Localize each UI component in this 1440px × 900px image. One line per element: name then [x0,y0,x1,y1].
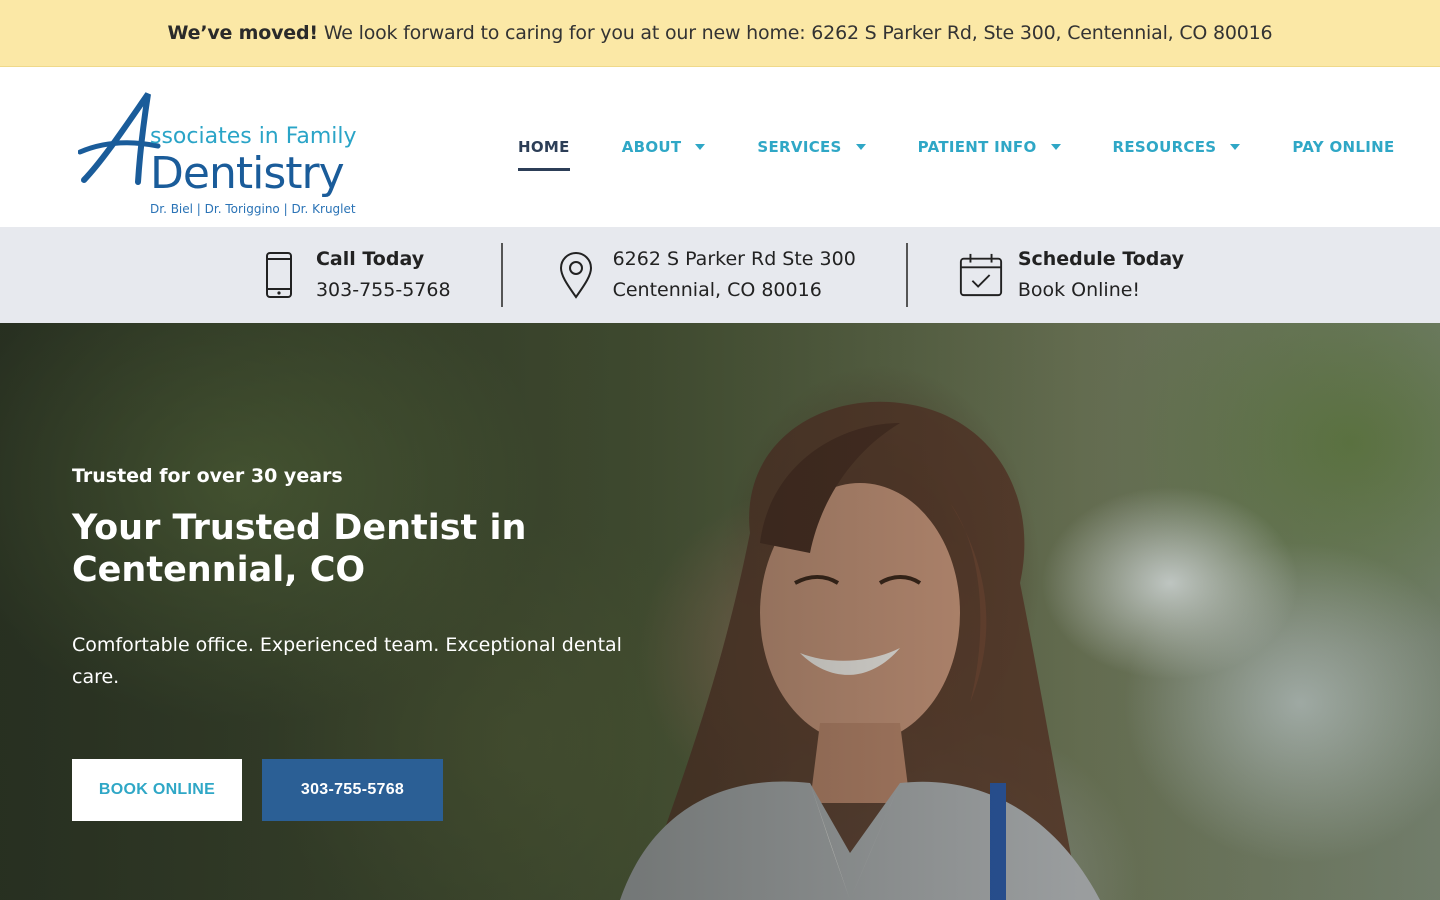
call-today-block[interactable]: Call Today 303-755-5768 [206,243,501,307]
hero-title-line2: Centennial, CO [72,550,366,590]
nav-pay-online[interactable]: PAY ONLINE [1292,125,1394,169]
book-online-button[interactable]: BOOK ONLINE [72,759,242,821]
logo-top-line: ssociates in Family [150,124,357,149]
nav-home-label: HOME [518,138,570,156]
map-pin-icon [553,250,599,300]
address-line2: Centennial, CO 80016 [612,279,822,301]
nav-resources-label: RESOURCES [1112,138,1217,156]
schedule-block[interactable]: Schedule Today Book Online! [905,243,1234,307]
nav-resources[interactable]: RESOURCES [1113,125,1241,169]
caret-down-icon [1050,144,1061,150]
nav-services[interactable]: SERVICES [757,125,866,169]
hero-buttons: BOOK ONLINE 303-755-5768 [72,759,652,821]
logo-doctors: Dr. Biel | Dr. Toriggino | Dr. Kruglet [150,202,356,216]
phone-icon [256,250,302,300]
nav-pay-online-label: PAY ONLINE [1292,138,1395,156]
nav-patient-info-label: PATIENT INFO [917,138,1037,156]
schedule-title: Schedule Today [1017,248,1185,270]
address-line1: 6262 S Parker Rd Ste 300 [612,248,856,270]
nav-about-label: ABOUT [621,138,682,156]
call-today-phone[interactable]: 303-755-5768 [316,275,451,306]
caret-down-icon [1230,144,1241,150]
hero-subtitle: Comfortable office. Experienced team. Ex… [72,634,622,688]
nav-home[interactable]: HOME [518,125,570,171]
address-block[interactable]: 6262 S Parker Rd Ste 300 Centennial, CO … [500,243,906,307]
announcement-bar: We’ve moved! We look forward to caring f… [0,0,1440,67]
contact-info-bar: Call Today 303-755-5768 6262 S Parker Rd… [0,227,1440,323]
site-logo[interactable]: ssociates in Family Dentistry Dr. Biel |… [78,82,378,216]
caret-down-icon [855,144,866,150]
main-nav: HOME ABOUT SERVICES PATIENT INFO RESOURC… [518,67,1395,227]
logo-main-line: Dentistry [150,148,345,199]
hero-content: Trusted for over 30 years Your Trusted D… [72,465,652,821]
hero-title-line1: Your Trusted Dentist in [72,508,527,548]
schedule-link[interactable]: Book Online! [1018,275,1184,306]
hero-kicker: Trusted for over 30 years [72,465,343,487]
calendar-check-icon [958,250,1004,300]
announcement-bold: We’ve moved! [167,22,318,44]
call-phone-button[interactable]: 303-755-5768 [262,759,443,821]
nav-patient-info[interactable]: PATIENT INFO [918,125,1061,169]
nav-about[interactable]: ABOUT [622,125,706,169]
call-today-title: Call Today [315,248,425,270]
caret-down-icon [695,144,706,150]
hero-title: Your Trusted Dentist in Centennial, CO [72,507,652,591]
site-header: ssociates in Family Dentistry Dr. Biel |… [0,67,1440,227]
hero-section: Trusted for over 30 years Your Trusted D… [0,323,1440,900]
nav-services-label: SERVICES [757,138,842,156]
announcement-text: We look forward to caring for you at our… [323,22,1273,44]
